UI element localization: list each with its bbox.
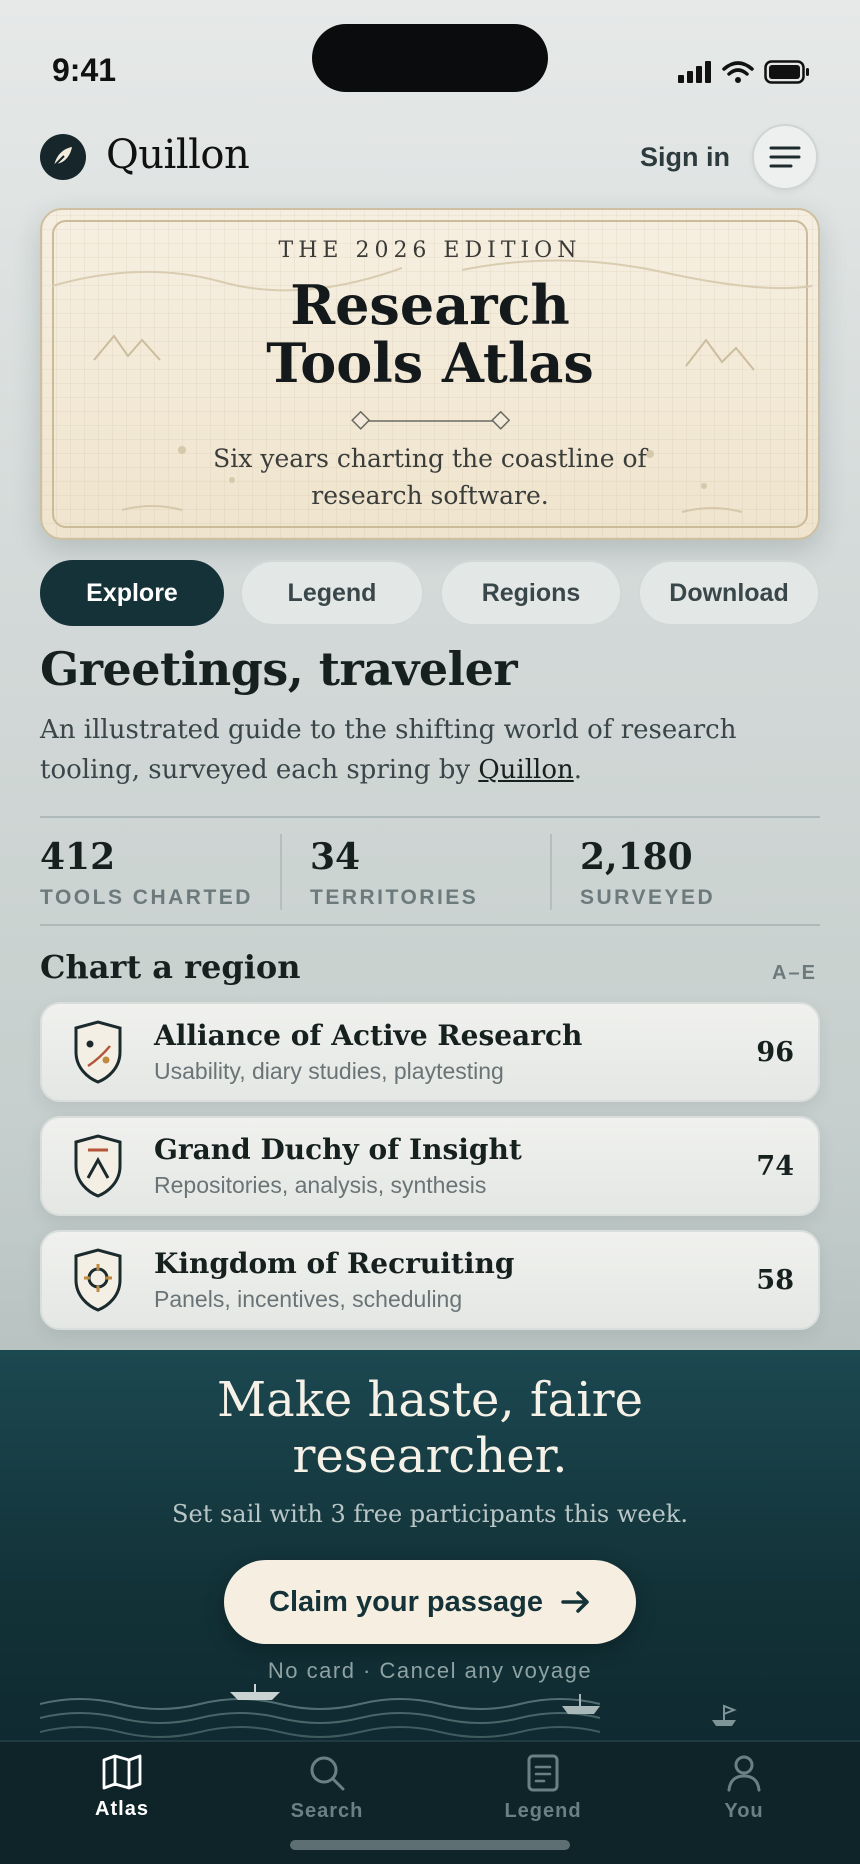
stat-value: 34 — [310, 836, 361, 878]
hero-title-line2: Tools Atlas — [266, 331, 594, 395]
nav-label: You — [724, 1800, 764, 1822]
nav-label: Atlas — [95, 1798, 149, 1820]
quillon-link[interactable]: Quillon — [478, 755, 573, 785]
nav-you[interactable]: You — [674, 1754, 814, 1823]
promo-title-line2: researcher. — [292, 1428, 568, 1484]
region-desc: Usability, diary studies, playtesting — [154, 1058, 504, 1084]
stat-label: TOOLS CHARTED — [40, 886, 253, 909]
region-desc: Panels, incentives, scheduling — [154, 1286, 463, 1312]
insight-crest-icon — [74, 1134, 122, 1198]
person-icon — [727, 1755, 761, 1792]
arrow-right-icon — [561, 1591, 589, 1613]
region-score: 96 — [756, 1036, 794, 1068]
dynamic-island — [312, 24, 548, 92]
region-name: Grand Duchy of Insight — [154, 1133, 522, 1166]
intro-text: An illustrated guide to the shifting wor… — [40, 715, 737, 785]
intro-period: . — [573, 755, 582, 785]
cta-label: Claim your passage — [269, 1585, 543, 1618]
hamburger-icon — [769, 146, 801, 168]
stat-value: 412 — [40, 836, 116, 878]
stat-tools: 412 TOOLS CHARTED — [40, 818, 280, 924]
greeting-intro: An illustrated guide to the shifting wor… — [40, 710, 740, 790]
tab-legend[interactable]: Legend — [240, 560, 424, 626]
nav-legend[interactable]: Legend — [473, 1754, 613, 1823]
region-name: Alliance of Active Research — [154, 1019, 583, 1052]
hero-subtitle-line1: Six years charting the coastline of — [213, 444, 647, 473]
tab-regions[interactable]: Regions — [440, 560, 622, 626]
region-desc: Repositories, analysis, synthesis — [154, 1172, 487, 1198]
promo-subtitle: Set sail with 3 free participants this w… — [172, 1500, 688, 1528]
wifi-icon — [722, 61, 754, 83]
stats-row: 412 TOOLS CHARTED 34 TERRITORIES 2,180 S… — [40, 816, 820, 926]
region-score: 74 — [756, 1150, 794, 1182]
region-card-alliance[interactable]: Alliance of Active Research Usability, d… — [40, 1002, 820, 1102]
region-name: Kingdom of Recruiting — [154, 1247, 515, 1280]
regions-heading: Chart a region — [40, 948, 301, 986]
tab-explore[interactable]: Explore — [40, 560, 224, 626]
nav-label: Legend — [504, 1800, 582, 1822]
brand-name[interactable]: Quillon — [106, 132, 250, 178]
hero-title-line1: Research — [290, 273, 570, 337]
status-time: 9:41 — [52, 52, 117, 88]
status-icons — [678, 60, 810, 84]
quill-icon — [53, 147, 72, 167]
search-icon — [310, 1756, 345, 1791]
alliance-crest-icon — [74, 1020, 122, 1084]
hero-title: Research Tools Atlas — [0, 276, 860, 392]
map-icon — [102, 1754, 142, 1790]
promo-title-line1: Make haste, faire — [217, 1372, 643, 1428]
document-icon — [527, 1754, 559, 1792]
brand-logo[interactable] — [40, 134, 86, 180]
section-tabs: Explore Legend Regions Download — [40, 560, 820, 626]
hero-subtitle-line2: research software. — [311, 481, 549, 510]
recruiting-crest-icon — [74, 1248, 122, 1312]
sort-toggle[interactable]: A–E — [772, 962, 817, 985]
sign-in-link[interactable]: Sign in — [640, 142, 730, 173]
stat-label: SURVEYED — [580, 886, 716, 909]
menu-button[interactable] — [752, 124, 818, 190]
nav-atlas[interactable]: Atlas — [52, 1754, 192, 1821]
region-card-recruiting[interactable]: Kingdom of Recruiting Panels, incentives… — [40, 1230, 820, 1330]
stat-label: TERRITORIES — [310, 886, 479, 909]
promo-note: No card · Cancel any voyage — [267, 1658, 593, 1683]
hero-subtitle: Six years charting the coastline of rese… — [0, 440, 860, 514]
stat-value: 2,180 — [580, 836, 693, 878]
tab-download[interactable]: Download — [638, 560, 820, 626]
claim-passage-button[interactable]: Claim your passage — [224, 1560, 636, 1644]
region-card-insight[interactable]: Grand Duchy of Insight Repositories, ana… — [40, 1116, 820, 1216]
promo-title: Make haste, faire researcher. — [0, 1372, 860, 1484]
stat-surveyed: 2,180 SURVEYED — [550, 834, 820, 910]
home-indicator[interactable] — [290, 1840, 570, 1850]
greeting-title: Greetings, traveler — [40, 642, 518, 696]
battery-icon — [764, 60, 809, 84]
stat-territories: 34 TERRITORIES — [280, 834, 550, 910]
signal-icon — [678, 61, 711, 83]
ornament-divider — [351, 410, 510, 430]
nav-search[interactable]: Search — [257, 1754, 397, 1823]
sea-waves-decoration — [40, 1684, 737, 1738]
hero-eyebrow: THE 2026 EDITION — [278, 238, 582, 263]
nav-label: Search — [290, 1800, 364, 1822]
region-score: 58 — [756, 1264, 794, 1296]
